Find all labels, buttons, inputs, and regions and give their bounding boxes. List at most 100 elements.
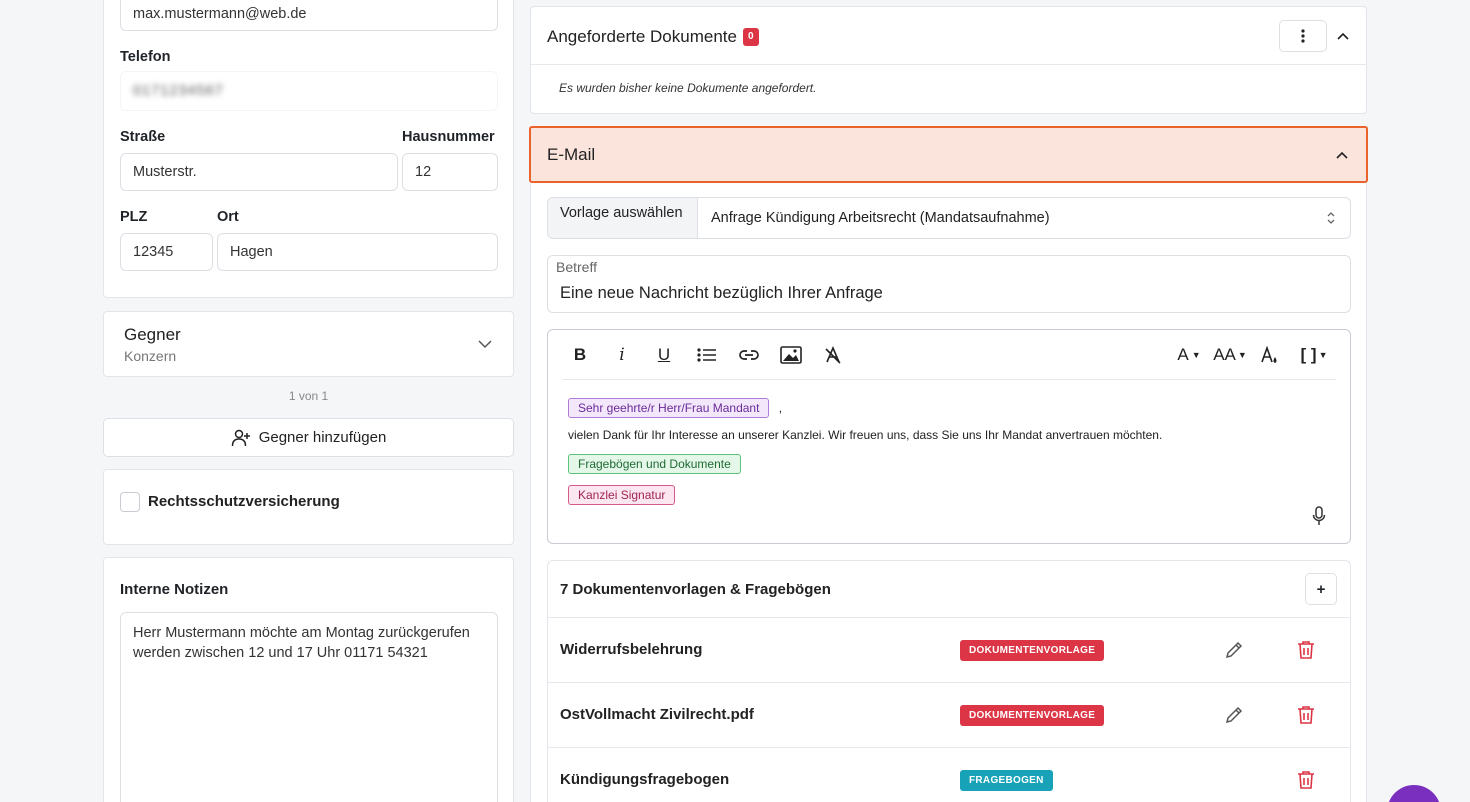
- italic-button[interactable]: i: [608, 342, 636, 368]
- pencil-icon[interactable]: [1224, 640, 1244, 660]
- notes-card: Interne Notizen Herr Mustermann möchte a…: [103, 557, 514, 802]
- subject-label: Betreff: [556, 259, 597, 275]
- text-case-label: AA: [1213, 345, 1236, 364]
- template-type-badge: FRAGEBOGEN: [960, 770, 1053, 791]
- editor-toolbar: B i U A ▼ AA ▼ [] ▼: [548, 330, 1350, 380]
- trash-icon[interactable]: [1297, 770, 1315, 790]
- hausnummer-field[interactable]: 12: [402, 153, 498, 191]
- ort-value: Hagen: [230, 244, 273, 260]
- salutation-chip[interactable]: Sehr geehrte/r Herr/Frau Mandant: [568, 398, 770, 418]
- chevron-up-icon[interactable]: [1334, 148, 1350, 162]
- gegner-pager: 1 von 1: [288, 389, 329, 403]
- strasse-label: Straße: [120, 129, 166, 145]
- rechtsschutz-card: Rechtsschutzversicherung: [103, 469, 514, 545]
- salutation-suffix: ,: [778, 401, 783, 415]
- font-size-button[interactable]: A ▼: [1172, 342, 1206, 368]
- editor-content[interactable]: Sehr geehrte/r Herr/Frau Mandant , viele…: [568, 398, 1162, 505]
- template-select-label: Vorlage auswählen: [548, 198, 698, 238]
- notes-title: Interne Notizen: [120, 581, 229, 598]
- clear-format-icon: [825, 346, 841, 364]
- text-color-icon: [1261, 345, 1277, 363]
- gegner-subtitle: Konzern: [124, 348, 177, 364]
- telefon-label: Telefon: [120, 49, 171, 65]
- signature-chip[interactable]: Kanzlei Signatur: [568, 485, 676, 505]
- template-type-badge: DOKUMENTENVORLAGE: [960, 705, 1105, 726]
- template-type-badge: DOKUMENTENVORLAGE: [960, 640, 1105, 661]
- strasse-value: Musterstr.: [133, 164, 197, 180]
- email-value: max.mustermann@web.de: [133, 6, 307, 22]
- image-button[interactable]: [777, 342, 805, 368]
- link-icon: [739, 350, 759, 360]
- salutation-line: Sehr geehrte/r Herr/Frau Mandant ,: [568, 398, 1162, 418]
- notes-textarea[interactable]: Herr Mustermann möchte am Montag zurückg…: [120, 612, 498, 802]
- assistant-fab-button[interactable]: [1387, 785, 1441, 802]
- ort-field[interactable]: Hagen: [217, 233, 498, 271]
- template-row: OstVollmacht Zivilrecht.pdf DOKUMENTENVO…: [548, 682, 1350, 747]
- select-arrows-icon: [1327, 212, 1335, 224]
- text-color-button[interactable]: [1256, 342, 1284, 368]
- underline-button[interactable]: U: [650, 342, 678, 368]
- documents-chip[interactable]: Fragebögen und Dokumente: [568, 454, 741, 474]
- email-body: Vorlage auswählen Anfrage Kündigung Arbe…: [530, 183, 1367, 802]
- docs-header: Angeforderte Dokumente 0: [547, 27, 759, 47]
- add-gegner-label: Gegner hinzufügen: [258, 429, 387, 446]
- docs-empty-text: Es wurden bisher keine Dokumente angefor…: [559, 81, 817, 95]
- placeholder-button[interactable]: [ ] ▼: [1296, 342, 1332, 368]
- microphone-icon[interactable]: [1312, 506, 1326, 526]
- templates-header: 7 Dokumentenvorlagen & Fragebögen: [560, 581, 831, 598]
- template-row: Kündigungsfragebogen FRAGEBOGEN: [548, 747, 1350, 802]
- template-row: Widerrufsbelehrung DOKUMENTENVORLAGE: [548, 617, 1350, 682]
- requested-documents-card: Angeforderte Dokumente 0 Es wurden bishe…: [530, 6, 1367, 114]
- hausnummer-value: 12: [415, 164, 432, 180]
- subject-value: Eine neue Nachricht bezüglich Ihrer Anfr…: [560, 284, 883, 302]
- chevron-down-icon[interactable]: [477, 336, 493, 352]
- gegner-title: Gegner: [124, 325, 181, 344]
- trash-icon[interactable]: [1297, 705, 1315, 725]
- telefon-field[interactable]: 0171234567: [120, 71, 498, 111]
- template-select-value: Anfrage Kündigung Arbeitsrecht (Mandatsa…: [711, 210, 1050, 226]
- contact-card: max.mustermann@web.de Telefon 0171234567…: [103, 0, 514, 298]
- rechtsschutz-checkbox[interactable]: [120, 492, 140, 512]
- divider: [531, 64, 1366, 65]
- ort-label: Ort: [217, 209, 239, 225]
- text-case-button[interactable]: AA ▼: [1210, 342, 1250, 368]
- rich-text-editor[interactable]: B i U A ▼ AA ▼ [] ▼ Sehr geehrte/r Herr…: [547, 329, 1351, 544]
- plz-label: PLZ: [120, 209, 148, 225]
- templates-card: 7 Dokumentenvorlagen & Fragebögen + Wide…: [547, 560, 1351, 802]
- add-template-button[interactable]: +: [1305, 573, 1337, 605]
- signature-chip-line: Kanzlei Signatur: [568, 485, 1162, 505]
- email-section-header[interactable]: E-Mail: [529, 126, 1368, 183]
- telefon-value: 0171234567: [133, 83, 224, 99]
- bold-button[interactable]: B: [566, 342, 594, 368]
- subject-field[interactable]: Betreff Eine neue Nachricht bezüglich Ih…: [547, 255, 1351, 313]
- docs-menu-button[interactable]: [1279, 20, 1327, 52]
- template-name: Kündigungsfragebogen: [560, 771, 730, 788]
- bullet-list-button[interactable]: [693, 342, 721, 368]
- pencil-icon[interactable]: [1224, 705, 1244, 725]
- email-title: E-Mail: [547, 145, 596, 164]
- clear-format-button[interactable]: [819, 342, 847, 368]
- docs-count-badge: 0: [742, 28, 759, 46]
- gegner-card[interactable]: Gegner Konzern: [103, 311, 514, 377]
- template-select[interactable]: Vorlage auswählen Anfrage Kündigung Arbe…: [547, 197, 1351, 239]
- trash-icon[interactable]: [1297, 640, 1315, 660]
- template-name: Widerrufsbelehrung: [560, 641, 703, 658]
- image-icon: [780, 346, 802, 364]
- strasse-field[interactable]: Musterstr.: [120, 153, 398, 191]
- list-icon: [697, 348, 716, 362]
- user-plus-icon: [231, 429, 250, 446]
- more-vertical-icon: [1301, 29, 1305, 43]
- body-text: vielen Dank für Ihr Interesse an unserer…: [568, 428, 1163, 442]
- link-button[interactable]: [735, 342, 763, 368]
- placeholder-label: [ ]: [1300, 345, 1317, 364]
- email-field[interactable]: max.mustermann@web.de: [120, 0, 498, 31]
- toolbar-divider: [562, 379, 1336, 380]
- hausnummer-label: Hausnummer: [402, 129, 495, 145]
- plz-field[interactable]: 12345: [120, 233, 213, 271]
- font-size-label: A: [1177, 345, 1189, 364]
- add-gegner-button[interactable]: Gegner hinzufügen: [103, 418, 514, 457]
- chevron-up-icon[interactable]: [1335, 29, 1351, 43]
- rechtsschutz-label: Rechtsschutzversicherung: [148, 493, 340, 510]
- docs-chip-line: Fragebögen und Dokumente: [568, 454, 1162, 474]
- plz-value: 12345: [133, 244, 174, 260]
